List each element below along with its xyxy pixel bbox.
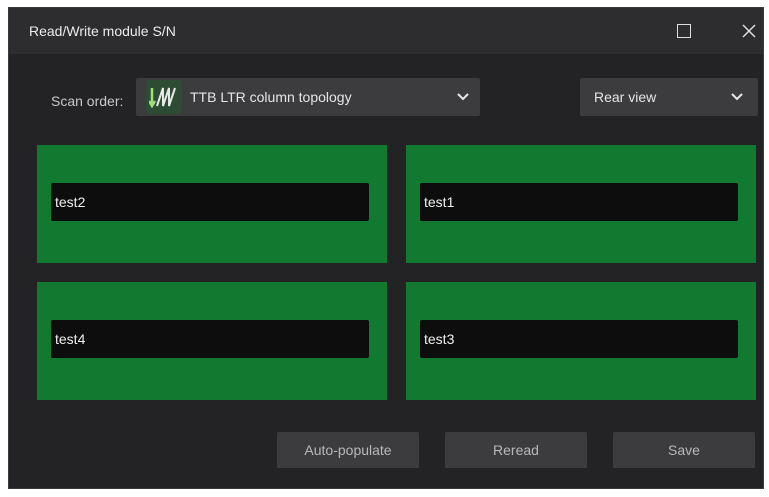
module-tile [37, 282, 387, 400]
close-icon [742, 24, 756, 38]
maximize-button[interactable] [669, 16, 699, 46]
column-topology-icon [146, 80, 182, 114]
maximize-icon [677, 24, 691, 38]
window-title: Read/Write module S/N [29, 23, 176, 39]
close-button[interactable] [734, 16, 764, 46]
module-tile [406, 282, 756, 400]
view-value: Rear view [594, 89, 657, 105]
scan-order-dropdown[interactable]: TTB LTR column topology [136, 78, 480, 116]
serial-number-input[interactable] [420, 183, 738, 221]
reread-button[interactable]: Reread [445, 432, 587, 468]
serial-number-input[interactable] [51, 183, 369, 221]
chevron-down-icon [731, 93, 743, 101]
chevron-down-icon [457, 93, 469, 101]
module-tile [406, 145, 756, 263]
save-button[interactable]: Save [613, 432, 755, 468]
serial-number-input[interactable] [420, 320, 738, 358]
scan-order-label: Scan order: [51, 93, 124, 109]
view-dropdown[interactable]: Rear view [580, 78, 758, 116]
module-tile [37, 145, 387, 263]
module-sn-dialog: Read/Write module S/N Scan order: TTB LT… [8, 7, 764, 489]
scan-order-value: TTB LTR column topology [190, 89, 352, 105]
auto-populate-button[interactable]: Auto-populate [277, 432, 419, 468]
serial-number-input[interactable] [51, 320, 369, 358]
title-bar: Read/Write module S/N [9, 8, 763, 54]
